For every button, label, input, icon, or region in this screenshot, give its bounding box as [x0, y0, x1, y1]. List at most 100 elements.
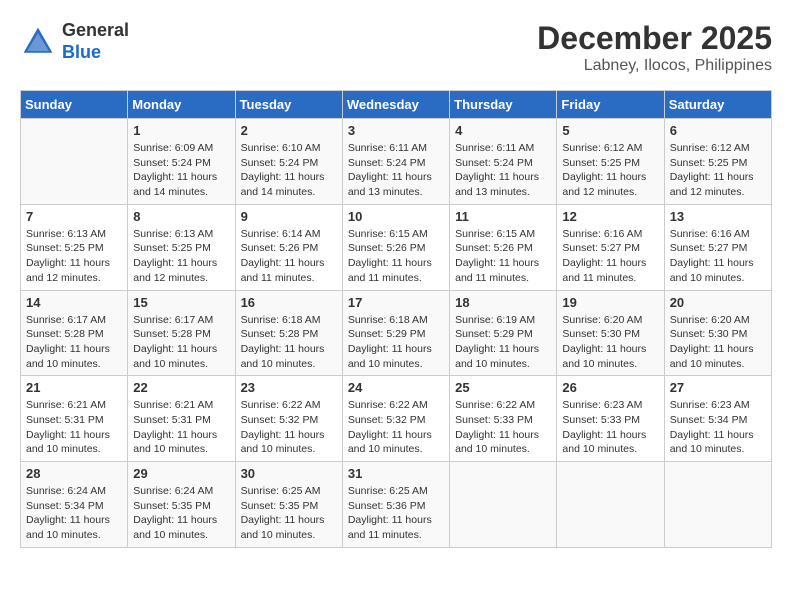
day-info: Sunrise: 6:16 AM Sunset: 5:27 PM Dayligh… [562, 227, 658, 286]
day-number: 11 [455, 209, 551, 224]
column-header-wednesday: Wednesday [342, 91, 449, 119]
calendar-cell: 16 Sunrise: 6:18 AM Sunset: 5:28 PM Dayli… [235, 290, 342, 376]
day-number: 27 [670, 380, 766, 395]
day-info: Sunrise: 6:20 AM Sunset: 5:30 PM Dayligh… [670, 313, 766, 372]
calendar-cell: 17 Sunrise: 6:18 AM Sunset: 5:29 PM Dayli… [342, 290, 449, 376]
day-info: Sunrise: 6:18 AM Sunset: 5:29 PM Dayligh… [348, 313, 444, 372]
day-info: Sunrise: 6:23 AM Sunset: 5:33 PM Dayligh… [562, 398, 658, 457]
day-info: Sunrise: 6:17 AM Sunset: 5:28 PM Dayligh… [26, 313, 122, 372]
day-number: 21 [26, 380, 122, 395]
day-info: Sunrise: 6:25 AM Sunset: 5:35 PM Dayligh… [241, 484, 337, 543]
column-header-friday: Friday [557, 91, 664, 119]
day-number: 20 [670, 295, 766, 310]
calendar-cell: 31 Sunrise: 6:25 AM Sunset: 5:36 PM Dayli… [342, 462, 449, 548]
day-number: 16 [241, 295, 337, 310]
column-header-monday: Monday [128, 91, 235, 119]
calendar-cell: 8 Sunrise: 6:13 AM Sunset: 5:25 PM Daylig… [128, 204, 235, 290]
calendar-cell: 7 Sunrise: 6:13 AM Sunset: 5:25 PM Daylig… [21, 204, 128, 290]
day-number: 25 [455, 380, 551, 395]
day-number: 3 [348, 123, 444, 138]
calendar-week-row: 14Sunrise: 6:17 AM Sunset: 5:28 PM Dayli… [21, 290, 772, 376]
day-info: Sunrise: 6:24 AM Sunset: 5:34 PM Dayligh… [26, 484, 122, 543]
calendar-cell: 20 Sunrise: 6:20 AM Sunset: 5:30 PM Dayli… [664, 290, 771, 376]
calendar-cell [557, 462, 664, 548]
day-info: Sunrise: 6:25 AM Sunset: 5:36 PM Dayligh… [348, 484, 444, 543]
day-info: Sunrise: 6:15 AM Sunset: 5:26 PM Dayligh… [348, 227, 444, 286]
calendar-cell: 11 Sunrise: 6:15 AM Sunset: 5:26 PM Dayli… [450, 204, 557, 290]
page-header: General Blue December 2025 Labney, Iloco… [20, 20, 772, 75]
day-info: Sunrise: 6:21 AM Sunset: 5:31 PM Dayligh… [26, 398, 122, 457]
day-number: 18 [455, 295, 551, 310]
calendar-cell: 28 Sunrise: 6:24 AM Sunset: 5:34 PM Dayli… [21, 462, 128, 548]
logo: General Blue [20, 20, 129, 63]
day-info: Sunrise: 6:10 AM Sunset: 5:24 PM Dayligh… [241, 141, 337, 200]
day-info: Sunrise: 6:12 AM Sunset: 5:25 PM Dayligh… [562, 141, 658, 200]
day-number: 31 [348, 466, 444, 481]
calendar-cell: 3 Sunrise: 6:11 AM Sunset: 5:24 PM Daylig… [342, 119, 449, 205]
day-info: Sunrise: 6:12 AM Sunset: 5:25 PM Dayligh… [670, 141, 766, 200]
month-year-title: December 2025 [537, 20, 772, 57]
calendar-week-row: 28 Sunrise: 6:24 AM Sunset: 5:34 PM Dayli… [21, 462, 772, 548]
calendar-week-row: 1Sunrise: 6:09 AM Sunset: 5:24 PM Daylig… [21, 119, 772, 205]
logo-icon [20, 24, 56, 60]
calendar-cell: 12 Sunrise: 6:16 AM Sunset: 5:27 PM Dayli… [557, 204, 664, 290]
column-header-tuesday: Tuesday [235, 91, 342, 119]
calendar-cell: 23 Sunrise: 6:22 AM Sunset: 5:32 PM Dayli… [235, 376, 342, 462]
day-info: Sunrise: 6:23 AM Sunset: 5:34 PM Dayligh… [670, 398, 766, 457]
day-number: 6 [670, 123, 766, 138]
calendar-cell: 22Sunrise: 6:21 AM Sunset: 5:31 PM Dayli… [128, 376, 235, 462]
day-number: 8 [133, 209, 229, 224]
calendar-cell: 9Sunrise: 6:14 AM Sunset: 5:26 PM Daylig… [235, 204, 342, 290]
day-info: Sunrise: 6:13 AM Sunset: 5:25 PM Dayligh… [133, 227, 229, 286]
day-number: 23 [241, 380, 337, 395]
calendar-cell: 25Sunrise: 6:22 AM Sunset: 5:33 PM Dayli… [450, 376, 557, 462]
day-number: 17 [348, 295, 444, 310]
day-number: 2 [241, 123, 337, 138]
column-header-saturday: Saturday [664, 91, 771, 119]
calendar-cell: 10 Sunrise: 6:15 AM Sunset: 5:26 PM Dayli… [342, 204, 449, 290]
calendar-cell: 30Sunrise: 6:25 AM Sunset: 5:35 PM Dayli… [235, 462, 342, 548]
day-number: 9 [241, 209, 337, 224]
calendar-cell: 24 Sunrise: 6:22 AM Sunset: 5:32 PM Dayli… [342, 376, 449, 462]
calendar-cell: 14Sunrise: 6:17 AM Sunset: 5:28 PM Dayli… [21, 290, 128, 376]
calendar-cell: 26Sunrise: 6:23 AM Sunset: 5:33 PM Dayli… [557, 376, 664, 462]
day-info: Sunrise: 6:09 AM Sunset: 5:24 PM Dayligh… [133, 141, 229, 200]
day-number: 19 [562, 295, 658, 310]
day-info: Sunrise: 6:20 AM Sunset: 5:30 PM Dayligh… [562, 313, 658, 372]
calendar-cell: 27 Sunrise: 6:23 AM Sunset: 5:34 PM Dayli… [664, 376, 771, 462]
calendar-cell: 15 Sunrise: 6:17 AM Sunset: 5:28 PM Dayli… [128, 290, 235, 376]
column-header-sunday: Sunday [21, 91, 128, 119]
calendar-cell: 6 Sunrise: 6:12 AM Sunset: 5:25 PM Daylig… [664, 119, 771, 205]
calendar-cell [450, 462, 557, 548]
day-info: Sunrise: 6:24 AM Sunset: 5:35 PM Dayligh… [133, 484, 229, 543]
day-number: 13 [670, 209, 766, 224]
day-number: 28 [26, 466, 122, 481]
day-number: 12 [562, 209, 658, 224]
day-info: Sunrise: 6:17 AM Sunset: 5:28 PM Dayligh… [133, 313, 229, 372]
day-info: Sunrise: 6:22 AM Sunset: 5:32 PM Dayligh… [241, 398, 337, 457]
location-subtitle: Labney, Ilocos, Philippines [537, 57, 772, 75]
day-info: Sunrise: 6:19 AM Sunset: 5:29 PM Dayligh… [455, 313, 551, 372]
day-number: 15 [133, 295, 229, 310]
day-info: Sunrise: 6:15 AM Sunset: 5:26 PM Dayligh… [455, 227, 551, 286]
title-block: December 2025 Labney, Ilocos, Philippine… [537, 20, 772, 75]
calendar-cell [21, 119, 128, 205]
day-info: Sunrise: 6:22 AM Sunset: 5:32 PM Dayligh… [348, 398, 444, 457]
calendar-table: SundayMondayTuesdayWednesdayThursdayFrid… [20, 90, 772, 548]
column-header-thursday: Thursday [450, 91, 557, 119]
day-number: 24 [348, 380, 444, 395]
day-info: Sunrise: 6:11 AM Sunset: 5:24 PM Dayligh… [455, 141, 551, 200]
day-info: Sunrise: 6:18 AM Sunset: 5:28 PM Dayligh… [241, 313, 337, 372]
day-info: Sunrise: 6:13 AM Sunset: 5:25 PM Dayligh… [26, 227, 122, 286]
day-info: Sunrise: 6:11 AM Sunset: 5:24 PM Dayligh… [348, 141, 444, 200]
day-number: 10 [348, 209, 444, 224]
day-number: 7 [26, 209, 122, 224]
day-number: 29 [133, 466, 229, 481]
calendar-cell: 21 Sunrise: 6:21 AM Sunset: 5:31 PM Dayli… [21, 376, 128, 462]
calendar-header-row: SundayMondayTuesdayWednesdayThursdayFrid… [21, 91, 772, 119]
day-info: Sunrise: 6:16 AM Sunset: 5:27 PM Dayligh… [670, 227, 766, 286]
calendar-cell [664, 462, 771, 548]
calendar-week-row: 7 Sunrise: 6:13 AM Sunset: 5:25 PM Daylig… [21, 204, 772, 290]
calendar-cell: 4Sunrise: 6:11 AM Sunset: 5:24 PM Daylig… [450, 119, 557, 205]
calendar-cell: 29 Sunrise: 6:24 AM Sunset: 5:35 PM Dayli… [128, 462, 235, 548]
